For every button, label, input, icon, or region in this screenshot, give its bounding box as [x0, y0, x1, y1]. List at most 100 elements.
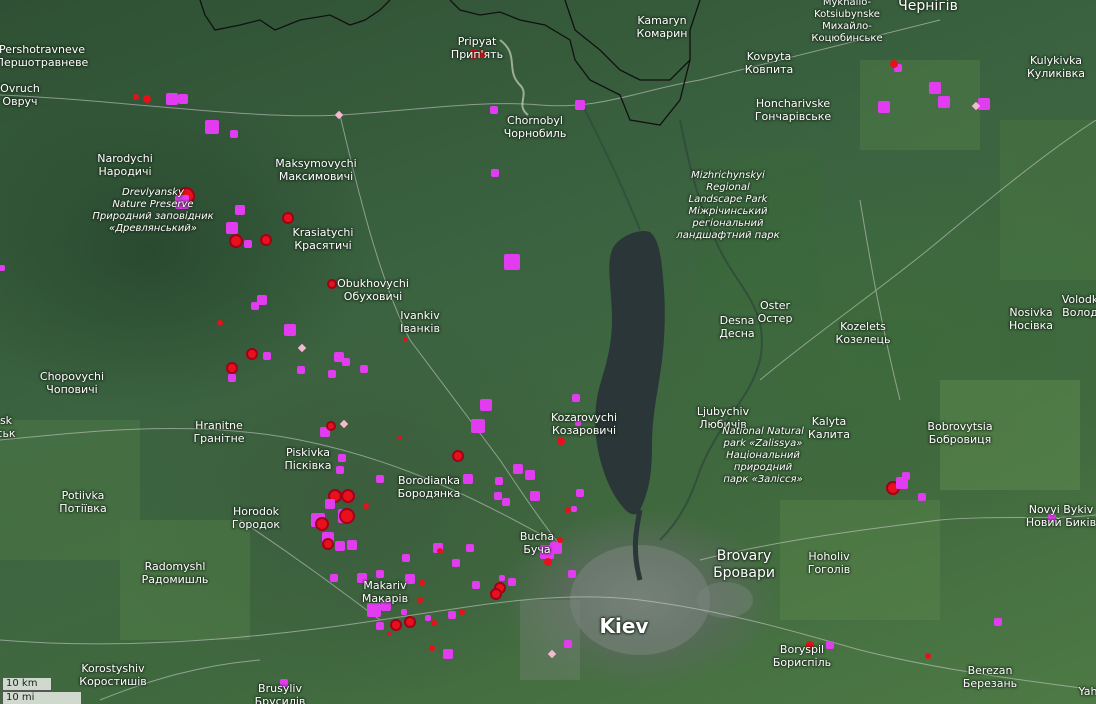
hotspot-magenta[interactable]	[425, 615, 431, 621]
hotspot-red[interactable]	[398, 436, 402, 440]
hotspot-red[interactable]	[133, 94, 139, 100]
hotspot-magenta[interactable]	[513, 464, 523, 474]
hotspot-red[interactable]	[557, 437, 565, 445]
hotspot-magenta[interactable]	[878, 101, 890, 113]
place-korostyshiv[interactable]: Korostyshiv Коростишів	[79, 662, 146, 688]
hotspot-magenta[interactable]	[918, 493, 926, 501]
hotspot-magenta[interactable]	[328, 370, 336, 378]
hotspot-pink[interactable]	[334, 110, 344, 120]
place-obukhovychi[interactable]: Obukhovychi Обуховичі	[337, 277, 409, 303]
hotspot-red[interactable]	[403, 337, 407, 341]
place-ovruch[interactable]: Ovruch Овруч	[0, 82, 40, 108]
hotspot-magenta[interactable]	[448, 611, 456, 619]
park-drevlyansky[interactable]: Drevlyansky Nature Preserve Природний запо…	[92, 187, 213, 235]
hotspot-red[interactable]	[143, 95, 151, 103]
hotspot-magenta[interactable]	[463, 474, 473, 484]
hotspot-red[interactable]	[217, 320, 223, 326]
hotspot-magenta[interactable]	[938, 96, 950, 108]
hotspot-darkred[interactable]	[282, 212, 294, 224]
hotspot-red[interactable]	[565, 507, 571, 513]
hotspot-darkred[interactable]	[490, 588, 502, 600]
hotspot-darkred[interactable]	[327, 279, 337, 289]
hotspot-darkred[interactable]	[229, 234, 243, 248]
hotspot-magenta[interactable]	[360, 365, 368, 373]
place-yah[interactable]: Yah	[1079, 685, 1096, 698]
hotspot-red[interactable]	[387, 632, 391, 636]
hotspot-magenta[interactable]	[376, 622, 384, 630]
satellite-map[interactable]: Pershotravneve Першотравневе Ovruch Овруч …	[0, 0, 1096, 704]
hotspot-darkred[interactable]	[260, 234, 272, 246]
hotspot-magenta[interactable]	[495, 477, 503, 485]
hotspot-darkred[interactable]	[341, 489, 355, 503]
hotspot-magenta[interactable]	[230, 130, 238, 138]
place-pershotravneve[interactable]: Pershotravneve Першотравневе	[0, 43, 88, 69]
hotspot-magenta[interactable]	[297, 366, 305, 374]
hotspot-magenta[interactable]	[235, 205, 245, 215]
place-brovary[interactable]: Brovary Бровари	[713, 548, 775, 582]
place-berezan[interactable]: Berezan Березань	[963, 664, 1017, 690]
hotspot-magenta[interactable]	[502, 498, 510, 506]
hotspot-magenta[interactable]	[325, 499, 335, 509]
hotspot-red[interactable]	[459, 609, 465, 615]
hotspot-magenta[interactable]	[402, 554, 410, 562]
hotspot-darkred[interactable]	[246, 348, 258, 360]
place-piskivka[interactable]: Piskivka Пісківка	[285, 446, 332, 472]
hotspot-magenta[interactable]	[978, 98, 990, 110]
hotspot-pink[interactable]	[547, 649, 557, 659]
hotspot-darkred[interactable]	[339, 508, 355, 524]
hotspot-magenta[interactable]	[530, 491, 540, 501]
hotspot-darkred[interactable]	[390, 619, 402, 631]
hotspot-magenta[interactable]	[284, 324, 296, 336]
hotspot-magenta[interactable]	[338, 454, 346, 462]
hotspot-magenta[interactable]	[367, 603, 381, 617]
hotspot-red[interactable]	[419, 580, 425, 586]
place-novyi-bykiv[interactable]: Novyi Bykiv Новий Биків	[1026, 503, 1096, 529]
hotspot-red[interactable]	[363, 503, 369, 509]
hotspot-darkred[interactable]	[404, 616, 416, 628]
place-potiivka[interactable]: Potiivka Потіївка	[59, 489, 106, 515]
hotspot-magenta[interactable]	[376, 570, 384, 578]
place-horodok[interactable]: Horodok Городок	[232, 505, 280, 531]
hotspot-magenta[interactable]	[994, 618, 1002, 626]
place-kiev[interactable]: Kiev	[600, 615, 649, 637]
hotspot-red[interactable]	[437, 548, 443, 554]
hotspot-red[interactable]	[431, 620, 437, 626]
hotspot-magenta[interactable]	[347, 540, 357, 550]
place-kozarovychi[interactable]: Kozarovychi Козаровичі	[551, 411, 617, 437]
hotspot-pink[interactable]	[339, 419, 349, 429]
place-kulykivka[interactable]: Kulykivka Куликівка	[1027, 54, 1085, 80]
hotspot-magenta[interactable]	[576, 489, 584, 497]
hotspot-darkred[interactable]	[315, 517, 329, 531]
hotspot-magenta[interactable]	[251, 302, 259, 310]
place-volodk[interactable]: Volodk Волод	[1062, 293, 1096, 319]
hotspot-magenta[interactable]	[166, 93, 178, 105]
hotspot-magenta[interactable]	[480, 399, 492, 411]
place-chernihiv[interactable]: Чернігів	[898, 0, 958, 15]
hotspot-magenta[interactable]	[443, 649, 453, 659]
hotspot-magenta[interactable]	[568, 570, 576, 578]
place-sk[interactable]: skськ	[0, 414, 16, 440]
hotspot-darkred[interactable]	[322, 538, 334, 550]
place-kovpyta[interactable]: Kovpyta Ковпита	[745, 50, 794, 76]
place-narodychi[interactable]: Narodychi Народичі	[97, 152, 153, 178]
place-ivankiv[interactable]: Ivankiv Іванків	[400, 309, 440, 335]
place-kozelets[interactable]: Kozelets Козелець	[836, 320, 891, 346]
place-brusyliv[interactable]: Brusyliv Брусилів	[255, 682, 306, 704]
hotspot-magenta[interactable]	[205, 120, 219, 134]
hotspot-magenta[interactable]	[525, 470, 535, 480]
hotspot-magenta[interactable]	[472, 581, 480, 589]
hotspot-pink[interactable]	[297, 343, 307, 353]
place-boryspil[interactable]: Boryspil Бориспіль	[773, 643, 831, 669]
hotspot-magenta[interactable]	[466, 544, 474, 552]
place-kalyta[interactable]: Kalyta Калита	[808, 415, 850, 441]
place-mykhailo-kotsiubynske[interactable]: Mykhailo- Kotsiubynske Михайло- Коцюбинське	[804, 0, 890, 45]
place-bucha[interactable]: Bucha Буча	[520, 530, 554, 556]
place-krasiatychi[interactable]: Krasiatychi Красятичі	[293, 226, 354, 252]
hotspot-magenta[interactable]	[508, 578, 516, 586]
hotspot-red[interactable]	[429, 645, 435, 651]
place-oster[interactable]: Oster Остер	[758, 299, 793, 325]
hotspot-red[interactable]	[417, 597, 423, 603]
hotspot-magenta[interactable]	[902, 472, 910, 480]
hotspot-darkred[interactable]	[452, 450, 464, 462]
place-honcharivske[interactable]: Honcharivske Гончарівське	[755, 97, 831, 123]
